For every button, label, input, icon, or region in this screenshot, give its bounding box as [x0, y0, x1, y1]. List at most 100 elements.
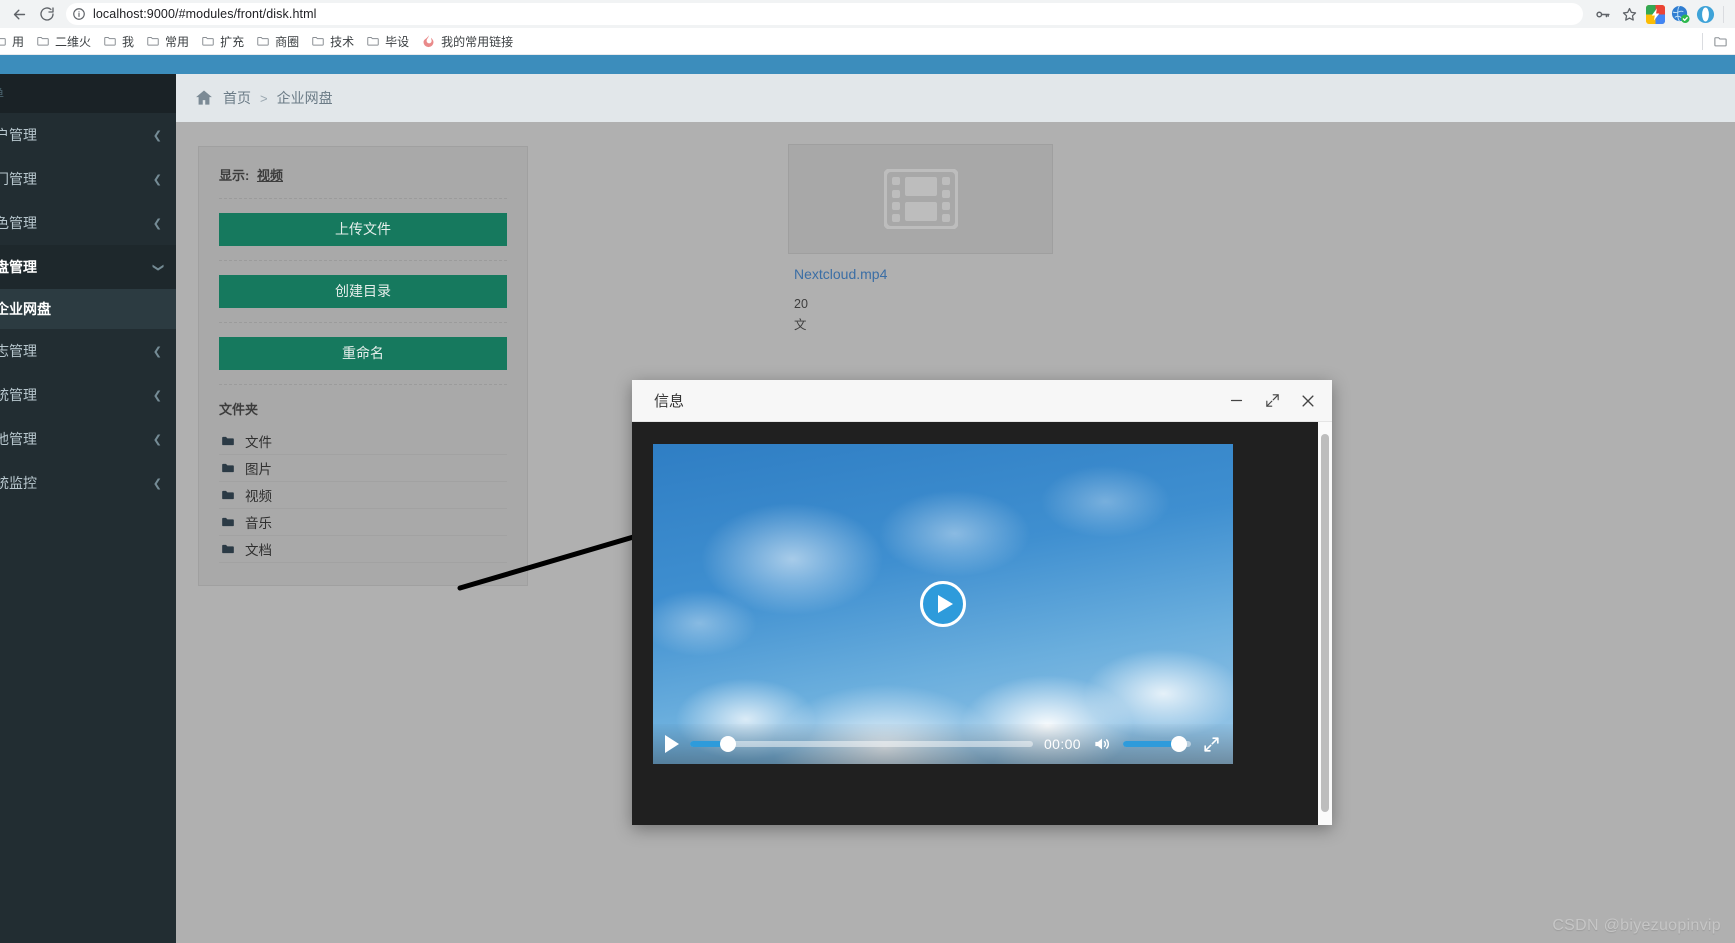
- sidebar-item-label: 统监控: [0, 475, 37, 491]
- bookmark-label: 我的常用链接: [441, 34, 514, 49]
- scrollbar-thumb[interactable]: [1321, 434, 1329, 812]
- chevron-left-icon: ❮: [152, 477, 162, 490]
- bookmark-item[interactable]: 商圈: [251, 31, 306, 52]
- address-bar[interactable]: localhost:9000/#modules/front/disk.html: [66, 3, 1583, 25]
- volume-knob[interactable]: [1170, 736, 1187, 752]
- sidebar-item-label: 统管理: [0, 387, 37, 403]
- file-meta-type: 文: [794, 318, 807, 332]
- folder-icon: [257, 37, 269, 46]
- bookmark-item[interactable]: 二维火: [31, 31, 98, 52]
- sidebar: 单 户管理 ❮ 门管理 ❮ 色管理 ❮ 盘管理 ❮ 企业网盘 志管理 ❮ 统管理…: [0, 55, 176, 943]
- file-name[interactable]: Nextcloud.mp4: [788, 254, 1053, 282]
- file-meta-date: 20: [794, 297, 808, 311]
- play-triangle: [937, 595, 953, 613]
- progress-knob[interactable]: [719, 736, 736, 752]
- bookmark-label: 常用: [165, 34, 190, 49]
- sidebar-item-log-management[interactable]: 志管理 ❮: [0, 329, 176, 373]
- globe-icon[interactable]: [1669, 3, 1691, 25]
- upload-file-button[interactable]: 上传文件: [219, 213, 507, 246]
- folder-label: 音乐: [245, 516, 272, 531]
- reload-icon[interactable]: [34, 1, 60, 27]
- password-key-icon[interactable]: [1589, 1, 1615, 27]
- extension-colorful-icon[interactable]: [1644, 3, 1666, 25]
- volume-slider[interactable]: [1123, 736, 1191, 752]
- folder-icon: [1714, 36, 1727, 46]
- fullscreen-icon[interactable]: [1202, 735, 1221, 754]
- bookmarks-bar: 用 二维火 我 常用 扩充 商圈 技术 毕设 我的常用链接: [0, 28, 1735, 55]
- site-info-icon[interactable]: [72, 7, 86, 21]
- bookmark-item[interactable]: 常用: [141, 31, 196, 52]
- folder-list-item[interactable]: 文件: [219, 428, 507, 455]
- folder-icon: [221, 515, 235, 529]
- application-window: 单 户管理 ❮ 门管理 ❮ 色管理 ❮ 盘管理 ❮ 企业网盘 志管理 ❮ 统管理…: [0, 55, 1735, 943]
- bookmark-label: 二维火: [55, 34, 92, 49]
- video-controls: 00:00: [653, 724, 1233, 764]
- folder-icon: [104, 37, 116, 46]
- back-arrow-icon[interactable]: [6, 1, 32, 27]
- folder-icon: [0, 38, 6, 46]
- video-player[interactable]: 00:00: [653, 444, 1233, 764]
- bookmark-item[interactable]: 我的常用链接: [416, 31, 520, 52]
- maximize-icon[interactable]: [1258, 387, 1286, 415]
- folders-title: 文件夹: [219, 402, 259, 417]
- folder-label: 图片: [245, 462, 272, 477]
- sidebar-item-role-management[interactable]: 色管理 ❮: [0, 201, 176, 245]
- close-icon[interactable]: [1294, 387, 1322, 415]
- opera-icon[interactable]: [1694, 3, 1716, 25]
- home-icon[interactable]: [194, 88, 214, 108]
- bookmark-label: 扩充: [220, 34, 245, 49]
- sidebar-item-label: 门管理: [0, 171, 37, 187]
- play-circle-icon[interactable]: [920, 581, 966, 627]
- bookmark-star-icon[interactable]: [1616, 1, 1642, 27]
- sidebar-item-department-management[interactable]: 门管理 ❮: [0, 157, 176, 201]
- volume-high-icon[interactable]: [1092, 734, 1112, 754]
- rename-row: 重命名: [219, 323, 507, 385]
- bookmarks-overflow[interactable]: [1697, 32, 1733, 50]
- current-time: 00:00: [1043, 736, 1081, 752]
- bookmark-label: 毕设: [385, 34, 410, 49]
- sidebar-item-other-management[interactable]: 他管理 ❮: [0, 417, 176, 461]
- sidebar-item-system-monitor[interactable]: 统监控 ❮: [0, 461, 176, 505]
- sidebar-item-label: 色管理: [0, 215, 37, 231]
- dialog-scrollbar[interactable]: [1318, 422, 1332, 825]
- folder-icon: [202, 37, 214, 46]
- bookmark-label: 商圈: [275, 34, 300, 49]
- folder-label: 文件: [245, 435, 272, 450]
- folder-icon: [221, 488, 235, 502]
- play-icon[interactable]: [665, 735, 679, 753]
- create-directory-button[interactable]: 创建目录: [219, 275, 507, 308]
- bookmark-item[interactable]: 技术: [306, 31, 361, 52]
- chevron-down-icon: ❮: [151, 262, 164, 272]
- folder-list-item[interactable]: 图片: [219, 455, 507, 482]
- bookmark-item[interactable]: 毕设: [361, 31, 416, 52]
- minimize-icon[interactable]: [1222, 387, 1250, 415]
- bookmark-item[interactable]: 我: [98, 31, 141, 52]
- breadcrumb-current: 企业网盘: [276, 90, 333, 106]
- video-progress-slider[interactable]: [690, 736, 1033, 752]
- info-dialog: 信息 00:00: [632, 380, 1332, 825]
- sidebar-item-label: 户管理: [0, 127, 37, 143]
- chevron-left-icon: ❮: [152, 433, 162, 446]
- upload-file-row: 上传文件: [219, 199, 507, 261]
- bookmark-item[interactable]: 扩充: [196, 31, 251, 52]
- top-header-bar: [176, 55, 1735, 74]
- sidebar-item-user-management[interactable]: 户管理 ❮: [0, 113, 176, 157]
- bookmark-item[interactable]: 用: [0, 31, 31, 52]
- rename-button[interactable]: 重命名: [219, 337, 507, 370]
- file-card[interactable]: Nextcloud.mp4 20 文: [788, 144, 1053, 336]
- folder-list-item[interactable]: 视频: [219, 482, 507, 509]
- display-filter-value[interactable]: 视频: [257, 168, 283, 183]
- sidebar-item-system-management[interactable]: 统管理 ❮: [0, 373, 176, 417]
- folder-list-item[interactable]: 文档: [219, 536, 507, 563]
- browser-chrome: localhost:9000/#modules/front/disk.html: [0, 0, 1735, 55]
- sidebar-item-disk-management[interactable]: 盘管理 ❮: [0, 245, 176, 289]
- breadcrumb-home[interactable]: 首页: [223, 88, 251, 108]
- sidebar-item-enterprise-disk[interactable]: 企业网盘: [0, 289, 176, 329]
- dialog-title: 信息: [654, 393, 685, 410]
- bookmarks-divider: [1702, 32, 1703, 50]
- folder-icon: [312, 37, 324, 46]
- url-text: localhost:9000/#modules/front/disk.html: [93, 7, 317, 21]
- folder-list-item[interactable]: 音乐: [219, 509, 507, 536]
- folder-icon: [367, 37, 379, 46]
- display-filter-label: 显示:: [219, 168, 250, 183]
